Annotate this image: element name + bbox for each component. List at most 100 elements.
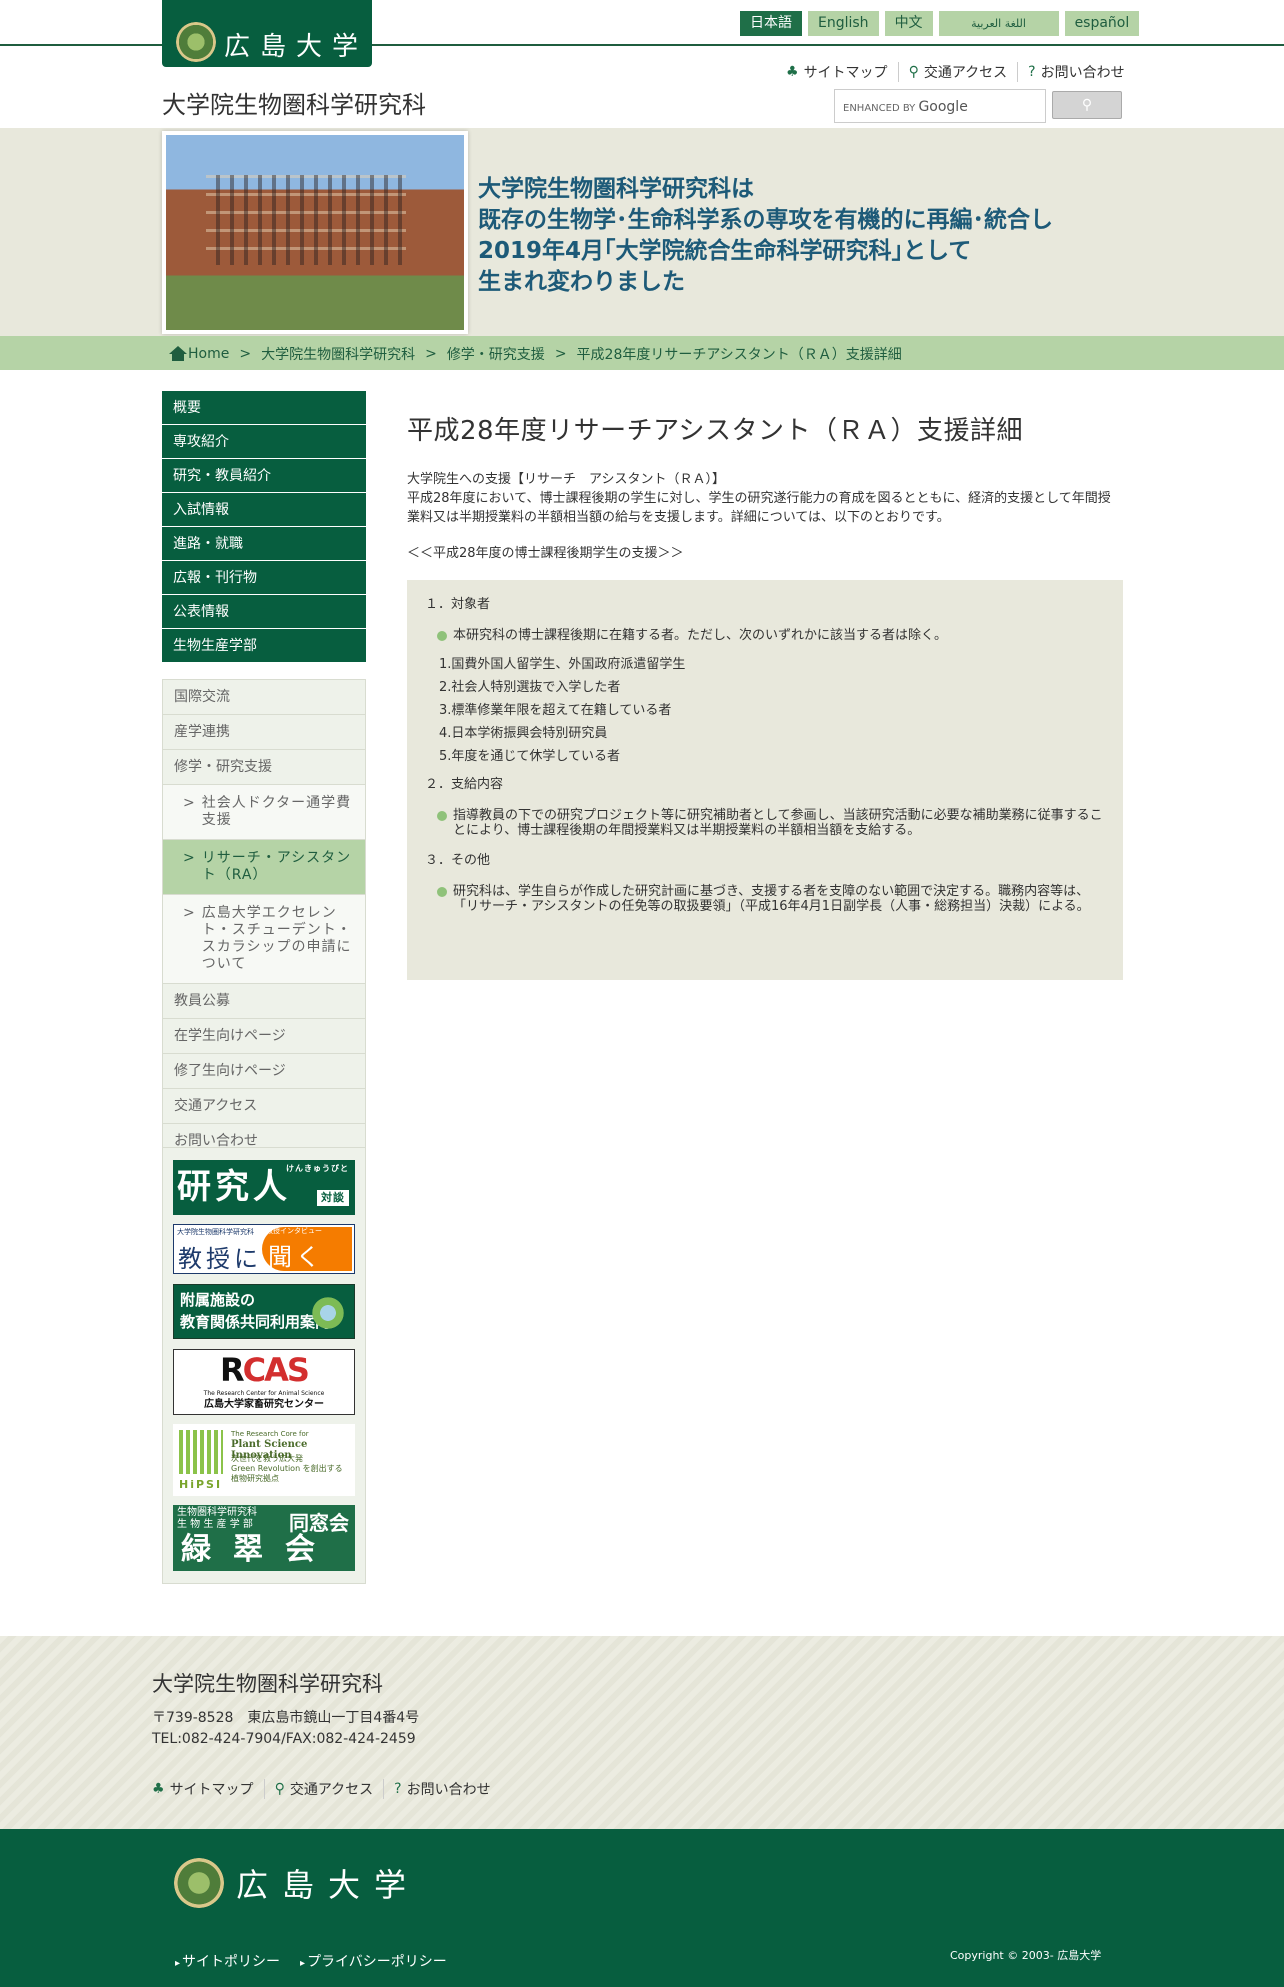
banner-line: 2019年4月｢大学院統合生命科学研究科｣として xyxy=(478,238,972,264)
payment-bullet: 指導教員の下での研究プロジェクト等に研究補助者として参画し、当該研究活動に必要な… xyxy=(425,808,1105,838)
sidebar-child-research-assistant[interactable]: > リサーチ・アシスタント（RA） xyxy=(163,840,365,895)
banner-interview-top: 大学院生物圏科学研究科 xyxy=(177,1228,254,1236)
dots-graphic-icon xyxy=(306,1291,350,1335)
alumni-small: 生物圏科学研究科生 物 生 産 学 部 xyxy=(177,1507,257,1530)
sidebar-sub-nav: 国際交流 産学連携 修学・研究支援 > 社会人ドクター通学費支援 > リサーチ・アシ… xyxy=(162,679,366,1159)
hipsi-brand: HiPSI xyxy=(179,1478,223,1491)
details-box: １．対象者 本研究科の博士課程後期に在籍する者。ただし、次のいずれかに該当する者… xyxy=(407,580,1123,980)
util-contact-label: お問い合わせ xyxy=(1040,65,1125,81)
breadcrumb-home-label: Home xyxy=(188,346,230,362)
banner-line: 既存の生物学･生命科学系の専攻を有機的に再編･統合し xyxy=(478,207,1053,233)
sidebar-item-research-faculty[interactable]: 研究・教員紹介 xyxy=(162,459,366,493)
banner-facility-guide[interactable]: 附属施設の 教育関係共同利用案内 xyxy=(173,1284,355,1339)
banner-interview-left: 教授に xyxy=(178,1245,262,1273)
site-title[interactable]: 大学院生物圏科学研究科 xyxy=(162,85,426,120)
util-access-link[interactable]: ⚲ 交通アクセス xyxy=(899,62,1019,82)
banner-kenkyubito-tag: 対談 xyxy=(317,1190,349,1206)
banner-alumni-association[interactable]: 生物圏科学研究科生 物 生 産 学 部 同窓会 緑翠会 xyxy=(173,1505,355,1571)
sidebar-item-international[interactable]: 国際交流 xyxy=(163,680,365,715)
sidebar-item-current-students[interactable]: 在学生向けページ xyxy=(163,1019,365,1054)
banner-hipsi[interactable]: HiPSI The Research Core for Plant Scienc… xyxy=(173,1424,355,1496)
footer-title: 大学院生物圏科学研究科 xyxy=(152,1672,383,1696)
sidebar-item-publications[interactable]: 広報・刊行物 xyxy=(162,561,366,595)
exclusion-item: 4.日本学術振興会特別研究員 xyxy=(439,726,608,741)
breadcrumb: Home > 大学院生物圏科学研究科 > 修学・研究支援 > 平成28年度リサー… xyxy=(0,336,1284,370)
map-pin-icon: ⚲ xyxy=(274,1781,285,1797)
intro-heading: 大学院生への支援【リサーチ アシスタント（ＲＡ）】 xyxy=(407,472,725,487)
sidebar-item-admissions[interactable]: 入試情報 xyxy=(162,493,366,527)
footer-address: 〒739-8528 東広島市鏡山一丁目4番4号 TEL:082-424-7904… xyxy=(152,1708,419,1750)
footer-policy-links: サイトポリシー プライバシーポリシー xyxy=(175,1951,447,1971)
question-icon: ? xyxy=(394,1781,402,1797)
banner-professor-interview[interactable]: 大学院生物圏科学研究科 教授に 教授インタビュー 聞く xyxy=(173,1224,355,1274)
lang-spanish[interactable]: español xyxy=(1064,11,1140,36)
footer-access-link[interactable]: ⚲ 交通アクセス xyxy=(265,1779,385,1799)
util-sitemap-label: サイトマップ xyxy=(803,65,888,81)
banner-interview-right: 聞く xyxy=(268,1243,324,1271)
breadcrumb-study-support[interactable]: 修学・研究支援 xyxy=(447,344,545,364)
footer-postal-address: 〒739-8528 東広島市鏡山一丁目4番4号 xyxy=(152,1710,420,1726)
section-heading-eligibility: １．対象者 xyxy=(425,597,491,612)
search-enhanced-label: ENHANCED BY xyxy=(843,103,916,114)
intro-text: 大学院生への支援【リサーチ アシスタント（ＲＡ）】 平成28年度において、博士課… xyxy=(407,470,1123,563)
search-input[interactable]: ENHANCED BY Google xyxy=(834,89,1046,123)
exclusion-item: 1.国費外国人留学生、外国政府派遣留学生 xyxy=(439,657,686,672)
breadcrumb-separator: > xyxy=(425,346,437,362)
sidebar-item-careers[interactable]: 進路・就職 xyxy=(162,527,366,561)
sidebar-item-study-support[interactable]: 修学・研究支援 xyxy=(163,750,365,785)
search-button[interactable]: ⚲ xyxy=(1052,91,1122,119)
lang-english[interactable]: English xyxy=(808,11,879,36)
university-logo-text: 広島大学 xyxy=(224,32,369,62)
sidebar-item-faculty-of-applied-biology[interactable]: 生物生産学部 xyxy=(162,629,366,663)
support-subheading: ＜＜平成28年度の博士課程後期学生の支援＞＞ xyxy=(407,546,684,561)
footer-logo[interactable]: 広島大学 xyxy=(174,1858,420,1908)
university-seal-icon xyxy=(176,22,216,62)
util-contact-link[interactable]: ? お問い合わせ xyxy=(1018,62,1124,82)
alumni-title: 緑翠会 xyxy=(181,1532,337,1567)
sidebar-banners: 研究人 けんきゅうびと 対談 大学院生物圏科学研究科 教授に 教授インタビュー聞… xyxy=(162,1147,366,1584)
util-sitemap-link[interactable]: ♣ サイトマップ xyxy=(776,62,899,82)
breadcrumb-home[interactable]: Home xyxy=(168,346,229,362)
exclusion-item: 5.年度を通じて休学している者 xyxy=(439,749,621,764)
footer-phone: TEL:082-424-7904/FAX:082-424-2459 xyxy=(152,1731,416,1747)
banner-kenkyubito-title: 研究人 xyxy=(177,1167,291,1207)
hipsi-t1: The Research Core for xyxy=(231,1430,309,1438)
sidebar-child-commuting-support[interactable]: > 社会人ドクター通学費支援 xyxy=(163,785,365,840)
privacy-policy-link[interactable]: プライバシーポリシー xyxy=(300,1951,447,1971)
sidebar-item-majors[interactable]: 専攻紹介 xyxy=(162,425,366,459)
copyright: Copyright © 2003- 広島大学 xyxy=(950,1949,1102,1962)
exclusion-item: 2.社会人特別選抜で入学した者 xyxy=(439,680,621,695)
sidebar-child-excellent-scholarship[interactable]: > 広島大学エクセレント・スチューデント・スカラシップの申請について xyxy=(163,895,365,984)
footer-contact-link[interactable]: ? お問い合わせ xyxy=(384,1779,490,1799)
banner-rcas[interactable]: RCAS The Research Center for Animal Scie… xyxy=(173,1349,355,1415)
map-pin-icon: ⚲ xyxy=(908,64,919,80)
rcas-subtitle: The Research Center for Animal Science xyxy=(203,1390,325,1397)
banner-kenkyubito[interactable]: 研究人 けんきゅうびと 対談 xyxy=(173,1160,355,1215)
footer-logo-text: 広島大学 xyxy=(236,1866,421,1904)
lang-arabic[interactable]: اللغة العربية xyxy=(938,11,1059,36)
sidebar-item-access[interactable]: 交通アクセス xyxy=(163,1089,365,1124)
eligibility-bullet: 本研究科の博士課程後期に在籍する者。ただし、次のいずれかに該当する者は除く。 xyxy=(425,628,1105,643)
sidebar-item-overview[interactable]: 概要 xyxy=(162,391,366,425)
section-heading-payment: ２．支給内容 xyxy=(425,777,504,792)
page-title: 平成28年度リサーチアシスタント（ＲＡ）支援詳細 xyxy=(407,416,1024,446)
utility-nav: ♣ サイトマップ ⚲ 交通アクセス ? お問い合わせ xyxy=(776,62,1125,82)
breadcrumb-current-page[interactable]: 平成28年度リサーチアシスタント（ＲＡ）支援詳細 xyxy=(577,344,902,364)
util-access-label: 交通アクセス xyxy=(923,65,1008,81)
sidebar-child-label: リサーチ・アシスタント（RA） xyxy=(201,850,352,883)
plant-leaf-icon xyxy=(179,1430,223,1474)
building-photo xyxy=(162,131,468,334)
footer-sitemap-link[interactable]: ♣ サイトマップ xyxy=(142,1779,265,1799)
lang-japanese[interactable]: 日本語 xyxy=(740,11,802,36)
university-logo[interactable]: 広島大学 xyxy=(162,0,372,67)
lang-chinese[interactable]: 中文 xyxy=(884,11,933,36)
sidebar-child-label: 広島大学エクセレント・スチューデント・スカラシップの申請について xyxy=(201,905,352,972)
sidebar-item-alumni[interactable]: 修了生向けページ xyxy=(163,1054,365,1089)
breadcrumb-graduate-school[interactable]: 大学院生物圏科学研究科 xyxy=(261,344,415,364)
sidebar-item-disclosure[interactable]: 公表情報 xyxy=(162,595,366,629)
breadcrumb-separator: > xyxy=(239,346,252,362)
sidebar-item-faculty-recruitment[interactable]: 教員公募 xyxy=(163,984,365,1019)
site-policy-link[interactable]: サイトポリシー xyxy=(175,1951,280,1971)
language-switcher: 日本語 English 中文 اللغة العربية español xyxy=(740,11,1140,36)
sidebar-item-industry[interactable]: 産学連携 xyxy=(163,715,365,750)
